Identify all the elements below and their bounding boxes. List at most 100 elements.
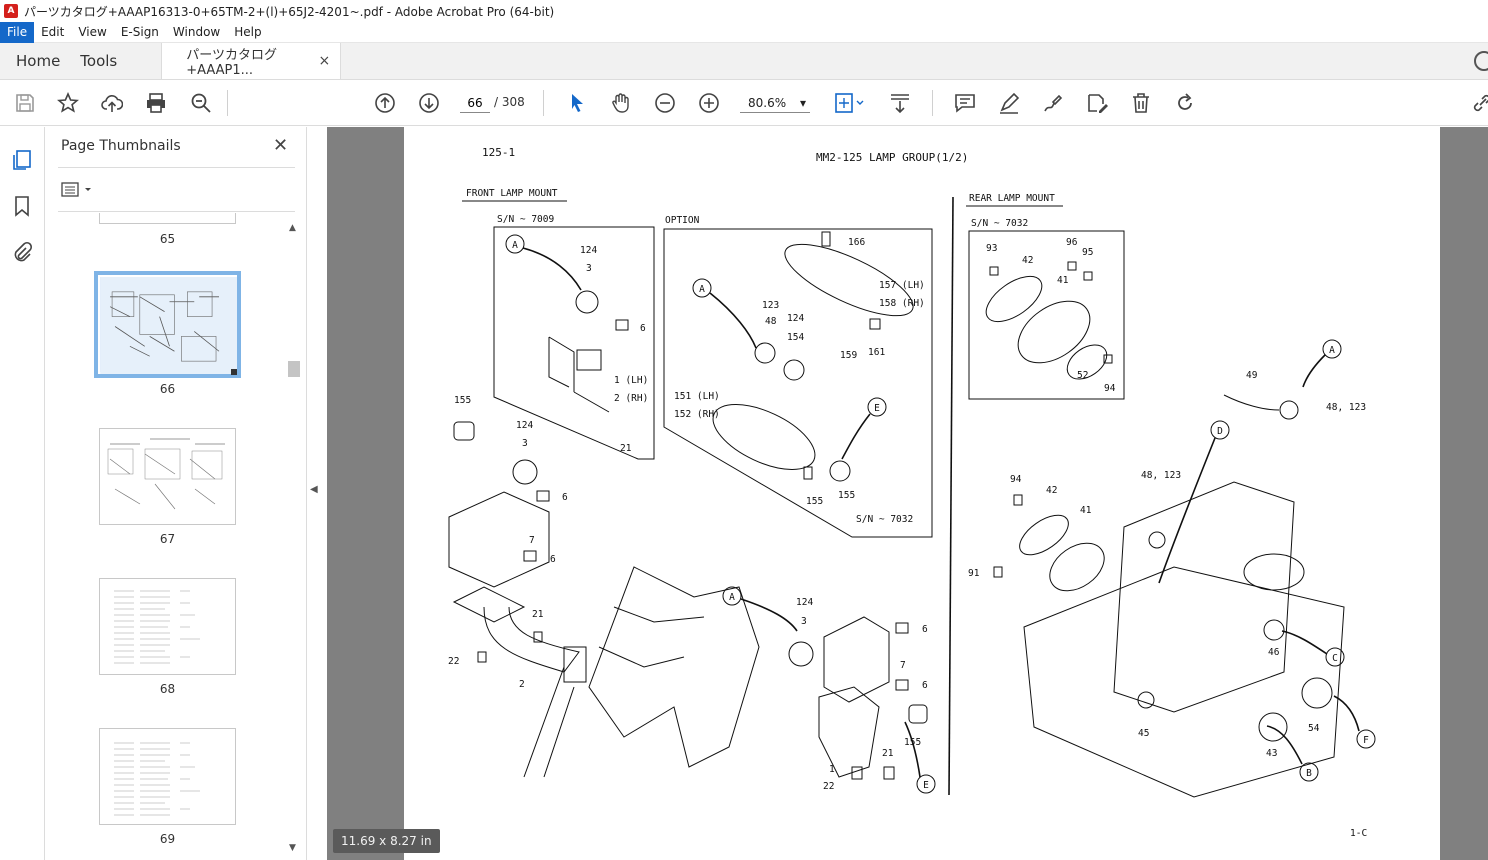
page-thumbnail-67[interactable] [99,428,236,525]
part-155-left: 155 [454,395,471,406]
thumbnail-options-button[interactable] [61,181,97,199]
part-123: 123 [762,300,779,311]
thumbnail-label-65: 65 [159,232,176,246]
part-54: 54 [1308,723,1320,734]
callout-e-2: E [923,780,929,791]
part-3-front: 3 [586,263,592,274]
page-thumbnail-66[interactable] [94,271,241,378]
zoom-out-icon[interactable] [653,91,677,115]
delete-trash-icon[interactable] [1129,91,1153,115]
callout-a-3: A [729,592,735,603]
scroll-up-arrow-icon[interactable]: ▲ [289,223,296,233]
thumbnail-69-preview [114,742,200,816]
scroll-down-arrow-icon[interactable]: ▼ [289,843,296,853]
share-link-icon[interactable] [1470,91,1488,115]
part-158-rh: 158 (RH) [879,298,925,309]
part-96: 96 [1066,237,1078,248]
tab-close-icon[interactable]: × [319,53,331,69]
parts-diagram: 125-1 MM2-125 LAMP GROUP(1/2) FRONT LAMP… [448,146,1376,839]
part-154: 154 [787,332,804,343]
part-3-right: 3 [801,616,807,627]
upload-cloud-icon[interactable] [100,91,124,115]
part-49: 49 [1246,370,1258,381]
main-toolbar: / 308 80.6% ▾ [0,80,1488,126]
previous-page-icon[interactable] [373,91,397,115]
page-reference: 125-1 [482,146,515,159]
diagram-header: MM2-125 LAMP GROUP(1/2) [816,151,968,164]
part-1-right: 1 [829,764,835,775]
bookmarks-icon[interactable] [11,195,33,217]
bookmark-star-icon[interactable] [56,91,80,115]
part-3-left: 3 [522,438,528,449]
rear-lamp-mount-label: REAR LAMP MOUNT [969,193,1055,204]
next-page-icon[interactable] [417,91,441,115]
hand-tool-icon[interactable] [609,91,633,115]
part-6-right-a: 6 [922,624,928,635]
part-124-option: 124 [787,313,804,324]
help-icon[interactable] [1474,51,1488,71]
redo-rotate-icon[interactable] [1173,91,1197,115]
menu-edit[interactable]: Edit [34,22,71,43]
part-2-left: 2 [519,679,525,690]
part-6-right-b: 6 [922,680,928,691]
menu-help[interactable]: Help [227,22,268,43]
document-view[interactable]: 125-1 MM2-125 LAMP GROUP(1/2) FRONT LAMP… [327,127,1488,860]
page-thumbnail-69[interactable] [99,728,236,825]
part-95: 95 [1082,247,1093,258]
callout-c: C [1332,653,1338,664]
menu-esign[interactable]: E-Sign [114,22,166,43]
part-21-front: 21 [620,443,632,454]
page-number-input[interactable] [460,93,490,113]
scroll-mode-icon[interactable] [888,91,912,115]
thumbnail-scrollbar-thumb[interactable] [288,361,300,377]
part-48-123-right: 48, 123 [1326,402,1366,413]
thumbnail-66-preview [100,277,237,374]
zoom-in-icon[interactable] [697,91,721,115]
pdf-page: 125-1 MM2-125 LAMP GROUP(1/2) FRONT LAMP… [404,127,1440,860]
sign-icon[interactable] [1041,91,1065,115]
part-22-right: 22 [823,781,834,792]
window-title-bar: A パーツカタログ+AAAP16313-0+65TM-2+(l)+65J2-42… [0,0,1488,22]
tab-tools[interactable]: Tools [76,43,133,79]
part-93: 93 [986,243,997,254]
tab-bar: Home Tools パーツカタログ+AAAP1... × [0,43,1488,80]
attachments-icon[interactable] [11,241,33,263]
part-42-rear: 42 [1022,255,1033,266]
part-157-lh: 157 (LH) [879,280,925,291]
page-thumbnail-68[interactable] [99,578,236,675]
page-thumbnail-65[interactable] [99,213,236,224]
zoom-search-icon[interactable] [189,91,213,115]
part-152-rh: 152 (RH) [674,409,720,420]
part-22-left: 22 [448,656,459,667]
part-48: 48 [765,316,777,327]
print-icon[interactable] [144,91,168,115]
comment-icon[interactable] [953,91,977,115]
collapse-panel-arrow-icon[interactable]: ◀ [310,484,318,495]
part-155-option-a: 155 [806,496,823,507]
tab-document[interactable]: パーツカタログ+AAAP1... × [161,43,342,79]
page-thumbnails-icon[interactable] [11,149,33,171]
part-41-machine: 41 [1080,505,1092,516]
panel-close-icon[interactable]: ✕ [273,135,288,156]
front-serial-label: S/N ~ 7009 [497,214,554,225]
chevron-down-icon: ▾ [799,95,806,110]
front-lamp-mount-label: FRONT LAMP MOUNT [466,188,558,199]
panel-title: Page Thumbnails [61,138,181,154]
menu-window[interactable]: Window [166,22,227,43]
save-icon[interactable] [13,91,37,115]
part-7-left: 7 [529,535,535,546]
menu-view[interactable]: View [71,22,113,43]
menu-file[interactable]: File [0,21,35,43]
callout-a-4: A [1329,345,1335,356]
edit-pdf-icon[interactable] [1085,91,1109,115]
thumbnail-label-66: 66 [159,382,176,396]
fit-page-icon[interactable] [832,91,866,115]
page-footer: 1-C [1350,828,1367,839]
select-cursor-icon[interactable] [565,91,589,115]
thumbnail-label-69: 69 [159,832,176,846]
option-serial-label: S/N ~ 7032 [856,514,913,525]
highlight-pen-icon[interactable] [997,91,1021,115]
zoom-level-dropdown[interactable]: 80.6% ▾ [740,93,810,113]
callout-a-1: A [512,240,518,251]
tab-home[interactable]: Home [0,43,76,79]
